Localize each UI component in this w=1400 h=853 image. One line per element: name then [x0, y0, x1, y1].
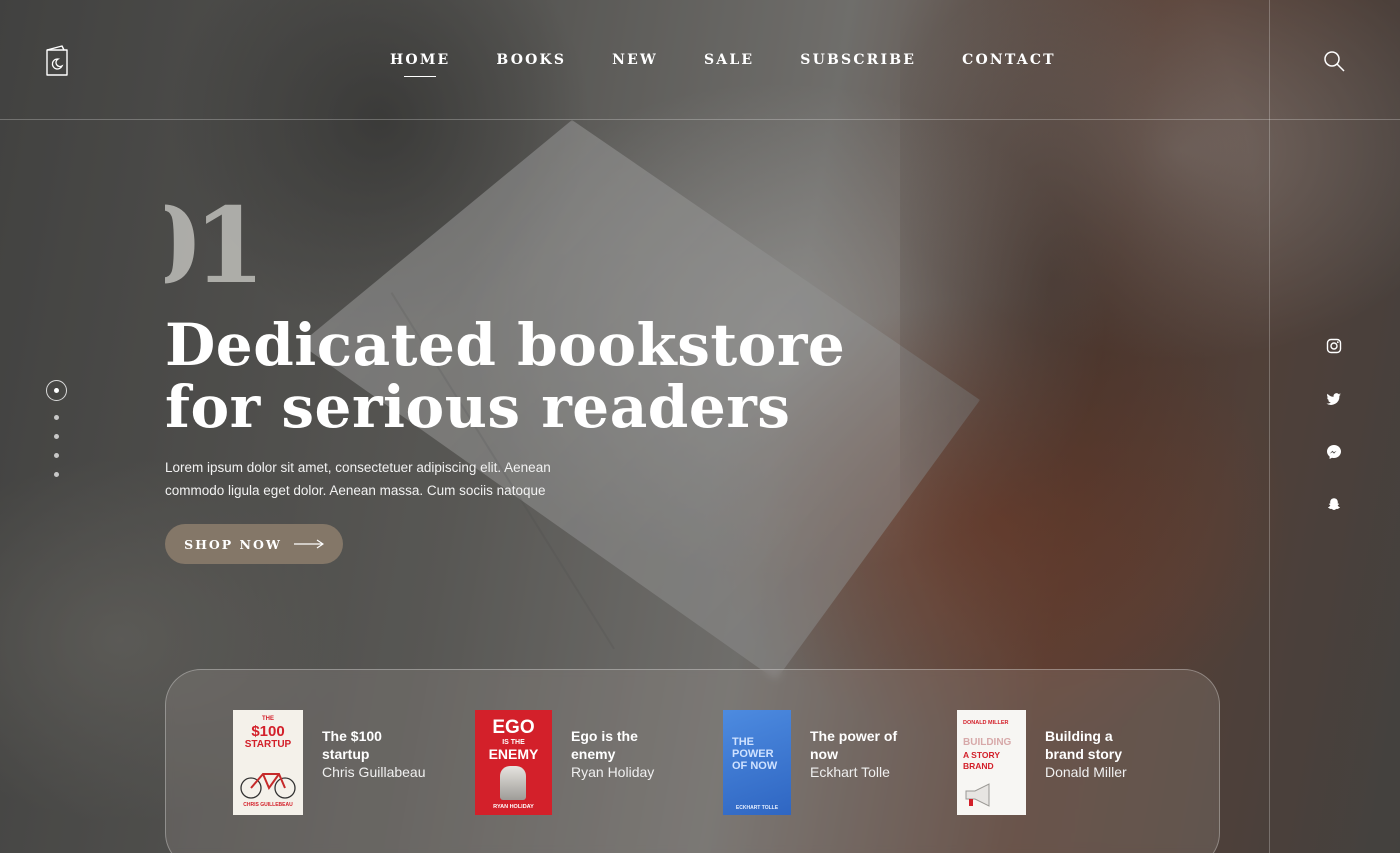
book-card[interactable]: EGO IS THE ENEMY RYAN HOLIDAY Ego is the… [475, 710, 681, 815]
book-author: Chris Guillabeau [322, 764, 426, 780]
slide-dot-2[interactable] [54, 415, 59, 420]
header: HOME BOOKS NEW SALE SUBSCRIBE CONTACT [0, 0, 1400, 120]
megaphone-icon [965, 783, 990, 807]
nav-new[interactable]: NEW [612, 52, 658, 68]
twitter-icon[interactable] [1326, 391, 1342, 407]
shop-now-button[interactable]: SHOP NOW [165, 524, 343, 564]
book-author: Eckhart Tolle [810, 764, 890, 780]
book-cover: DONALD MILLER BUILDING A STORY BRAND [957, 710, 1026, 815]
book-info: Ego is the enemy Ryan Holiday [571, 727, 681, 815]
main-nav: HOME BOOKS NEW SALE SUBSCRIBE CONTACT [390, 52, 1056, 77]
instagram-icon[interactable] [1326, 338, 1342, 354]
featured-books-panel: THE $100 STARTUP CHRIS GUILLEBEAU The $1… [165, 669, 1220, 853]
book-cover: THE $100 STARTUP CHRIS GUILLEBEAU [233, 710, 303, 815]
book-title: Ego is the enemy [571, 728, 638, 762]
book-moon-logo-icon[interactable] [44, 44, 70, 77]
book-card[interactable]: DONALD MILLER BUILDING A STORY BRAND Bui… [957, 710, 1155, 815]
slide-dot-4[interactable] [54, 453, 59, 458]
snapchat-icon[interactable] [1326, 497, 1342, 513]
slider-pagination [46, 380, 67, 477]
hero-title: Dedicated bookstore for serious readers [165, 314, 865, 438]
shop-now-label: SHOP NOW [184, 536, 282, 552]
slide-dot-1[interactable] [46, 380, 67, 401]
hero-title-line-1: Dedicated bookstore [165, 311, 846, 379]
book-info: The $100 startup Chris Guillabeau [322, 727, 432, 815]
book-title: Building a brand story [1045, 728, 1123, 762]
book-card[interactable]: THE $100 STARTUP CHRIS GUILLEBEAU The $1… [233, 710, 432, 815]
book-cover: THE POWER OF NOW ECKHART TOLLE [723, 710, 791, 815]
divider [1269, 0, 1270, 853]
hero-title-line-2: for serious readers [165, 373, 791, 441]
slide-dot-5[interactable] [54, 472, 59, 477]
book-card[interactable]: THE POWER OF NOW ECKHART TOLLE The power… [723, 710, 920, 815]
messenger-icon[interactable] [1326, 444, 1342, 460]
book-author: Donald Miller [1045, 764, 1127, 780]
nav-contact[interactable]: CONTACT [962, 52, 1056, 68]
social-links [1326, 338, 1342, 513]
nav-sale[interactable]: SALE [704, 52, 754, 68]
book-title: The $100 startup [322, 728, 382, 762]
book-info: The power of now Eckhart Tolle [810, 727, 920, 815]
book-title: The power of now [810, 728, 898, 762]
search-icon[interactable] [1323, 50, 1345, 72]
slide-number: 01 [165, 196, 255, 296]
arrow-right-icon [293, 539, 324, 549]
bicycle-icon [240, 773, 296, 799]
nav-subscribe[interactable]: SUBSCRIBE [800, 52, 916, 68]
book-cover: EGO IS THE ENEMY RYAN HOLIDAY [475, 710, 552, 815]
slide-dot-3[interactable] [54, 434, 59, 439]
book-info: Building a brand story Donald Miller [1045, 727, 1155, 815]
nav-home[interactable]: HOME [390, 52, 450, 77]
book-author: Ryan Holiday [571, 764, 655, 780]
nav-books[interactable]: BOOKS [496, 52, 566, 68]
bust-image [500, 766, 526, 800]
hero-description: Lorem ipsum dolor sit amet, consectetuer… [165, 460, 551, 498]
